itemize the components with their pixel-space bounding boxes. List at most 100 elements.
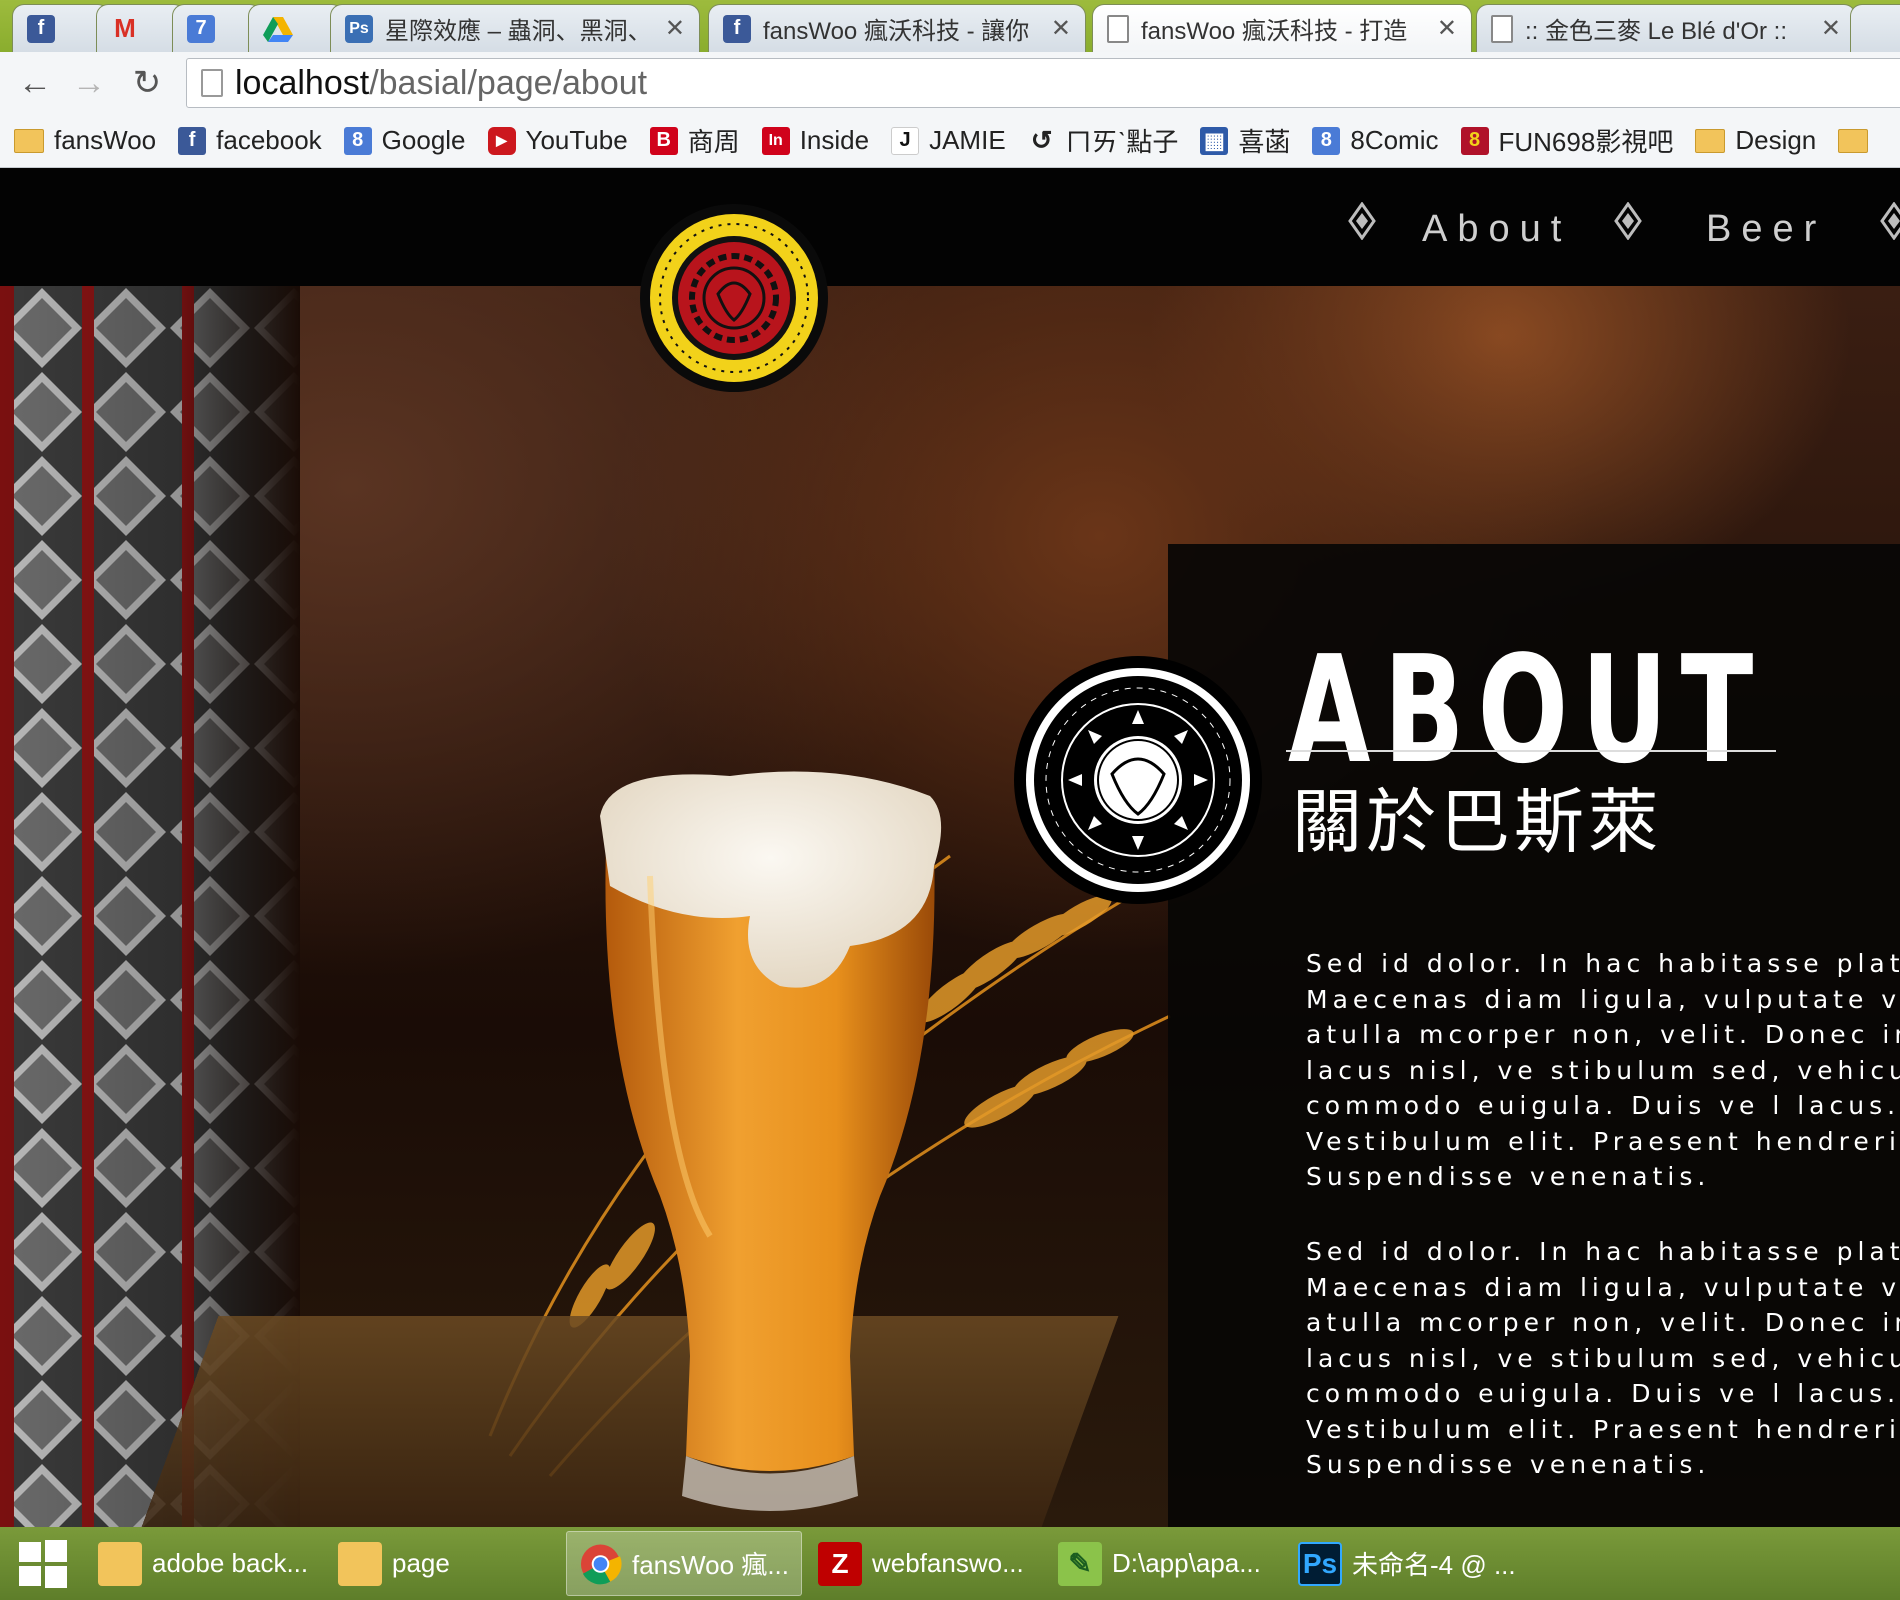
new-tab-button[interactable] [1850,4,1900,52]
google-icon: 8 [343,126,372,155]
bookmark-fun698[interactable]: 8 FUN698影視吧 [1460,122,1674,159]
close-icon[interactable]: ✕ [1437,14,1457,43]
os-taskbar: adobe back... page fansWoo 瘋... Z webfan… [0,1527,1900,1600]
bookmark-google[interactable]: 8 Google [343,125,466,156]
bookmark-inside[interactable]: In Inside [761,125,869,156]
photoshop-icon: Ps [1298,1541,1342,1586]
paragraph-line: atulla mcorper non, velit. Donec in [1306,1020,1900,1049]
bookmark-label: 8Comic [1350,125,1439,155]
taskbar-label: adobe back... [152,1548,309,1578]
facebook-icon: f [27,14,55,43]
bookmarks-bar: fansWoo f facebook 8 Google ▶ YouTube B … [0,114,1900,168]
site-header: About Beer [0,168,1900,286]
paragraph-line: Suspendisse venenatis. [1306,1450,1711,1479]
bookmark-label: Google [381,125,466,155]
fun698-icon: 8 [1460,126,1489,155]
folder-icon [338,1541,382,1586]
close-icon[interactable]: ✕ [1821,14,1841,43]
tab-interstellar[interactable]: Ps 星際效應 – 蟲洞、黑洞、 ✕ [330,4,700,52]
arrow-right-icon: → [72,63,106,102]
calendar-icon: 7 [187,14,215,43]
bookmark-label: YouTube [525,125,628,155]
url-text[interactable]: localhost/basial/page/about [235,64,647,103]
swirl-icon: ↺ [1030,125,1053,155]
taskbar-item-chrome[interactable]: fansWoo 瘋... [566,1531,802,1596]
bookmark-label: fansWoo [54,125,157,155]
bookmark-jamie[interactable]: J JAMIE [891,125,1006,156]
tab-lebledor[interactable]: :: 金色三麥 Le Blé d'Or :: ✕ [1476,4,1856,52]
page-icon: Ps [345,14,373,43]
close-icon[interactable]: ✕ [665,14,685,43]
taskbar-label: D:\app\apa... [1112,1548,1261,1578]
forward-button[interactable]: → [68,62,110,104]
paragraph-line: Sed id dolor. In hac habitasse plate [1306,949,1900,978]
youtube-icon: ▶ [487,126,516,155]
diamond-icon [1348,202,1376,240]
about-paragraph-2: Sed id dolor. In hac habitasse plate Mae… [1306,1234,1900,1483]
tab-fanswoo-active[interactable]: fansWoo 瘋沃科技 - 打造 ✕ [1092,4,1472,52]
8comic-icon: 8 [1312,126,1341,155]
page-icon [1107,14,1129,43]
start-button[interactable] [0,1527,86,1600]
bookmark-facebook[interactable]: f facebook [178,125,322,156]
paragraph-line: lacus nisl, ve stibulum sed, vehicula [1306,1055,1900,1085]
folder-icon [14,128,44,153]
facebook-icon: f [723,14,751,43]
bookmark-label: 喜菡 [1238,127,1291,157]
arrow-left-icon: ← [18,63,52,102]
tab-label: :: 金色三麥 Le Blé d'Or :: [1525,18,1787,45]
address-bar[interactable]: localhost/basial/page/about [186,58,1900,108]
taskbar-item-adobe-back[interactable]: adobe back... [86,1531,322,1596]
taskbar-label: page [392,1548,450,1578]
page-icon [201,69,223,97]
chrome-icon [580,1543,622,1584]
hero-section: ABOUT 關於巴斯萊 Sed id dolor. In hac habitas… [0,286,1900,1527]
bookmark-design[interactable]: Design [1695,125,1816,156]
beer-glass-illustration [600,771,942,1511]
bookmark-folder[interactable] [1838,128,1869,153]
heading-divider [1286,750,1776,752]
site-logo[interactable] [638,202,830,394]
folder-icon [1838,128,1869,153]
gmail-icon: M [114,13,136,43]
bookmark-youtube[interactable]: ▶ YouTube [487,125,628,156]
bookmark-xihan[interactable]: ▦ 喜菡 [1200,122,1290,159]
taskbar-label: 未命名-4 @ ... [1352,1550,1516,1580]
tab-label: fansWoo 瘋沃科技 - 讓你 [763,18,1030,45]
bookmark-fanswoo[interactable]: fansWoo [14,125,156,156]
taskbar-item-photoshop[interactable]: Ps 未命名-4 @ ... [1286,1531,1522,1596]
paragraph-line: Sed id dolor. In hac habitasse plate [1306,1237,1900,1266]
bookmark-businessweekly[interactable]: B 商周 [649,122,740,159]
bookmark-8comic[interactable]: 8 8Comic [1312,125,1439,156]
paragraph-line: commodo euigula. Duis ve l lacus. I [1306,1379,1900,1408]
taskbar-item-notepad[interactable]: ✎ D:\app\apa... [1046,1531,1282,1596]
paragraph-line: Maecenas diam ligula, vulputate vit [1306,984,1900,1014]
taskbar-label: webfanswo... [872,1548,1024,1578]
tab-label: 星際效應 – 蟲洞、黑洞、 [385,18,652,45]
windows-icon [19,1539,67,1588]
bookmark-label: FUN698影視吧 [1498,127,1674,157]
reload-button[interactable]: ↻ [126,62,168,104]
nav-about[interactable]: About [1422,208,1571,251]
drive-icon [263,16,293,42]
back-button[interactable]: ← [14,62,56,104]
taskbar-item-page[interactable]: page [326,1531,562,1596]
about-paragraph-1: Sed id dolor. In hac habitasse plate Mae… [1306,946,1900,1195]
bookmark-maidianzi[interactable]: ↺ ㄇㄞˋ點子 [1028,122,1179,159]
grid-icon: ▦ [1200,126,1229,155]
tab-fanswoo-fb[interactable]: f fansWoo 瘋沃科技 - 讓你 ✕ [708,4,1086,52]
folder-icon [1695,128,1726,153]
paragraph-line: commodo euigula. Duis ve l lacus. I [1306,1091,1900,1120]
taskbar-item-filezilla[interactable]: Z webfanswo... [806,1531,1042,1596]
bookmark-label: facebook [216,125,322,155]
jamie-icon: J [891,126,920,155]
bookmark-label: Design [1735,125,1817,155]
about-heading: ABOUT [1288,624,1767,796]
page-viewport: ABOUT 關於巴斯萊 Sed id dolor. In hac habitas… [0,168,1900,1527]
paragraph-line: Suspendisse venenatis. [1306,1162,1711,1191]
close-icon[interactable]: ✕ [1051,14,1071,43]
bookmark-label: ㄇㄞˋ點子 [1065,127,1179,157]
diamond-icon [1614,202,1642,240]
nav-beer[interactable]: Beer [1706,208,1826,251]
inside-icon: In [761,126,790,155]
